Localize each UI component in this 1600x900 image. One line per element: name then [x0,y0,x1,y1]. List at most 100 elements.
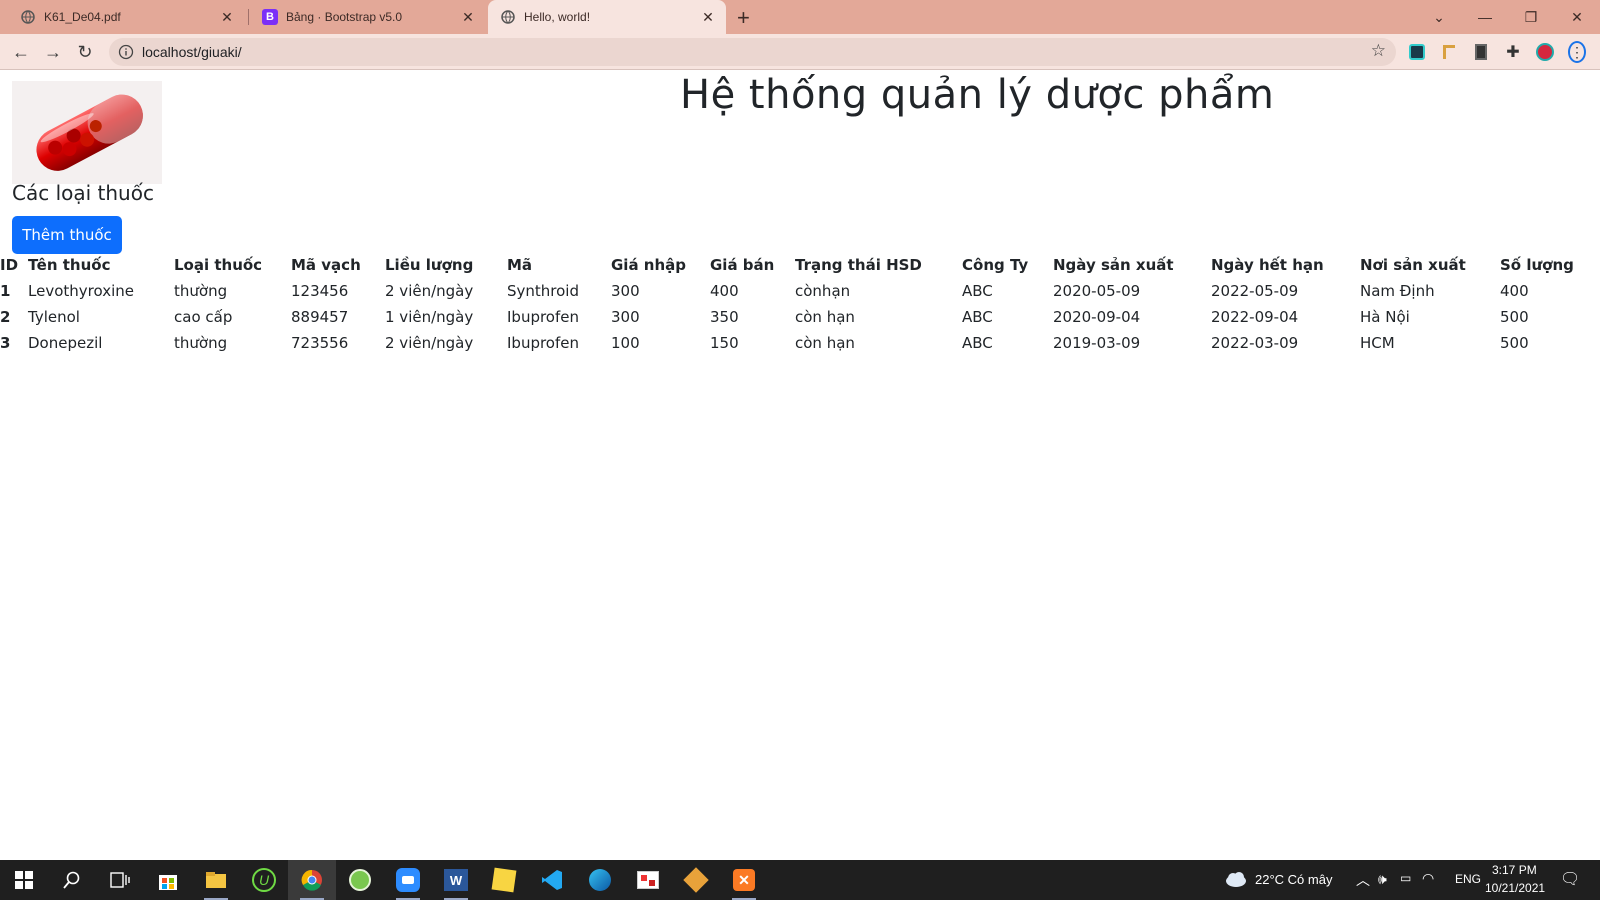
close-icon[interactable]: ✕ [460,9,476,26]
taskbar: U W ✕ 22°C Có mây ︿ 🕪 ▭ ◠ ENG 3:17 PM 10… [0,860,1600,900]
tab-pdf[interactable]: K61_De04.pdf ✕ [0,0,245,34]
medicine-table: ID Tên thuốc Loại thuốc Mã vạch Liều lượ… [0,252,1600,356]
table-cell: ABC [962,334,993,352]
table-cell: 2019-03-09 [1053,334,1141,352]
table-cell: 500 [1500,334,1529,352]
column-header: Loại thuốc [174,256,263,274]
sticky-app-icon[interactable] [480,860,528,900]
table-cell: 3 [0,334,11,352]
restore-icon[interactable]: ❐ [1508,0,1554,34]
vscode-icon[interactable] [528,860,576,900]
git-gui-icon[interactable] [672,860,720,900]
reload-icon[interactable]: ↻ [74,41,96,63]
word-icon[interactable]: W [432,860,480,900]
table-cell: HCM [1360,334,1395,352]
column-header: Liều lượng [385,256,474,274]
extension-icon[interactable] [1440,43,1458,61]
table-cell: cònhạn [795,282,851,300]
table-cell: Levothyroxine [28,282,134,300]
battery-icon[interactable]: ▭ [1400,871,1411,885]
column-header: Trạng thái HSD [795,256,922,274]
edge-icon[interactable] [576,860,624,900]
clock-time[interactable]: 3:17 PM [1492,863,1537,877]
table-cell: 2020-05-09 [1053,282,1141,300]
minimize-icon[interactable]: — [1462,0,1508,34]
bookmark-star-icon[interactable]: ☆ [1371,41,1386,61]
file-explorer-icon[interactable] [192,860,240,900]
table-cell: ABC [962,308,993,326]
store-icon[interactable] [144,860,192,900]
column-header: Ngày hết hạn [1211,256,1324,274]
table-cell: 2 viên/ngày [385,334,474,352]
wifi-icon[interactable]: ◠ [1422,870,1434,887]
table-cell: 2020-09-04 [1053,308,1141,326]
paint-icon[interactable] [624,860,672,900]
column-header: ID [0,256,19,274]
forward-icon[interactable]: → [42,41,64,63]
back-icon[interactable]: ← [10,41,32,63]
chrome-icon[interactable] [288,860,336,900]
table-cell: 150 [710,334,739,352]
tab-active[interactable]: Hello, world! ✕ [488,0,726,34]
table-cell: 300 [611,282,640,300]
info-icon[interactable] [118,44,134,60]
xampp-icon[interactable]: ✕ [720,860,768,900]
bootstrap-icon: B [262,9,278,25]
globe-icon [20,9,36,25]
weather-text[interactable]: 22°C Có mây [1255,872,1332,887]
table-cell: 2 [0,308,11,326]
profile-avatar-icon[interactable] [1536,43,1554,61]
start-windows-icon[interactable] [0,860,48,900]
volume-icon[interactable]: 🕪 [1378,871,1387,888]
table-cell: Nam Định [1360,282,1435,300]
table-cell: 350 [710,308,739,326]
page-title: Hệ thống quản lý dược phẩm [680,72,1275,118]
column-header: Công Ty [962,256,1029,274]
table-cell: 100 [611,334,640,352]
table-cell: còn hạn [795,334,855,352]
add-medicine-button[interactable]: Thêm thuốc [12,216,122,254]
column-header: Giá nhập [611,256,687,274]
table-cell: 500 [1500,308,1529,326]
table-cell: Tylenol [28,308,80,326]
table-cell: 300 [611,308,640,326]
address-bar[interactable]: localhost/giuaki/ ☆ [109,38,1396,66]
clock-date[interactable]: 10/21/2021 [1485,881,1545,895]
column-header: Mã vạch [291,256,361,274]
table-row: 1 Levothyroxine thường 123456 2 viên/ngà… [0,278,1600,304]
extension-icon[interactable] [1472,43,1490,61]
url-text[interactable]: localhost/giuaki/ [142,44,242,60]
table-cell: Ibuprofen [507,334,580,352]
close-icon[interactable]: ✕ [219,9,235,26]
notification-icon[interactable]: 🗨 [1560,869,1580,889]
zoom-icon[interactable] [384,860,432,900]
menu-icon[interactable]: ⋮ [1568,41,1586,63]
language-indicator[interactable]: ENG [1455,872,1481,886]
table-header-row: ID Tên thuốc Loại thuốc Mã vạch Liều lượ… [0,252,1600,278]
task-view-icon[interactable] [96,860,144,900]
browser-toolbar: ← → ↻ localhost/giuaki/ ☆ ✚ ⋮ [0,34,1600,70]
table-cell: 400 [710,282,739,300]
pill-logo-image [12,81,162,184]
section-heading: Các loại thuốc [12,181,154,205]
table-cell: Synthroid [507,282,579,300]
extension-icon[interactable] [1408,43,1426,61]
tab-bootstrap[interactable]: B Bảng · Bootstrap v5.0 ✕ [250,0,486,34]
search-icon[interactable] [48,860,96,900]
tab-search-icon[interactable]: ⌄ [1416,0,1462,34]
upwork-icon[interactable]: U [240,860,288,900]
new-tab-button[interactable]: + [737,5,750,31]
column-header: Giá bán [710,256,775,274]
close-icon[interactable]: ✕ [700,9,716,26]
chevron-up-icon[interactable]: ︿ [1356,870,1370,890]
table-cell: cao cấp [174,308,233,326]
window-close-icon[interactable]: ✕ [1554,0,1600,34]
column-header: Số lượng [1500,256,1574,274]
cloud-weather-icon[interactable] [1224,870,1248,893]
page-content: Hệ thống quản lý dược phẩm Các loại thuố… [0,71,1600,860]
app-icon[interactable] [336,860,384,900]
table-row: 3 Donepezil thường 723556 2 viên/ngày Ib… [0,330,1600,356]
table-cell: 2022-03-09 [1211,334,1299,352]
puzzle-icon[interactable]: ✚ [1504,43,1522,61]
column-header: Tên thuốc [28,256,111,274]
